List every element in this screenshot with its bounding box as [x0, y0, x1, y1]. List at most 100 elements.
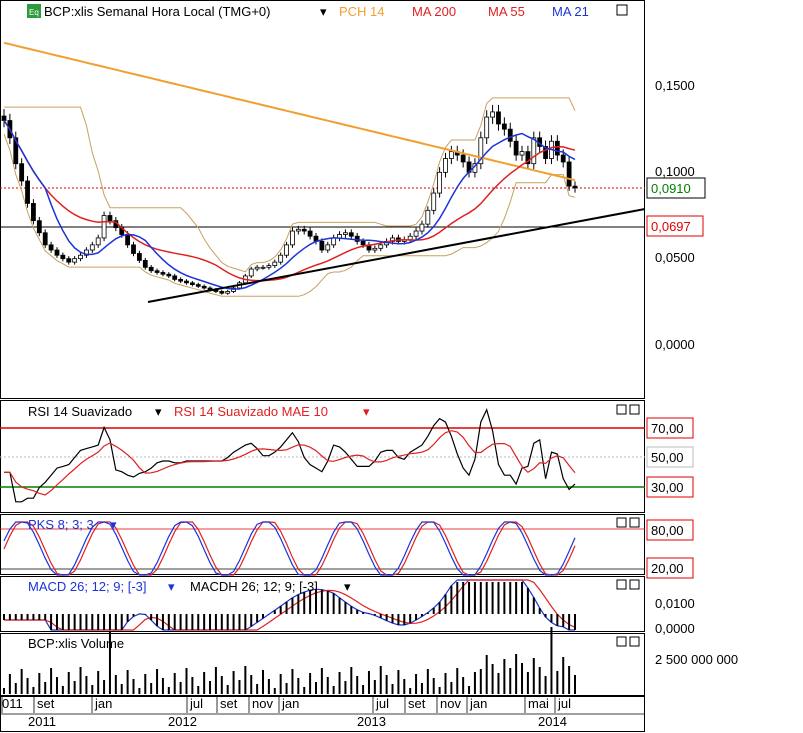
- chart-canvas: Eq BCP:xlis Semanal Hora Local (TMG+0) ▾…: [0, 0, 738, 732]
- price-panel: [0, 0, 645, 399]
- pch-lower-line: [3, 133, 576, 297]
- equity-icon-label: Eq: [29, 8, 39, 17]
- pks-restore-icon[interactable]: [616, 517, 627, 528]
- macd-dropdown-icon[interactable]: ▾: [168, 579, 175, 594]
- rsi-title[interactable]: RSI 14 Suavizado: [28, 404, 132, 419]
- candle-body: [125, 234, 131, 246]
- rsi-line: [4, 407, 576, 503]
- pks-close-icon[interactable]: [629, 517, 640, 528]
- month-label: set: [220, 696, 238, 711]
- volume-title[interactable]: BCP:xlis Volume: [28, 636, 124, 651]
- macd-tick: 0,0100: [655, 596, 695, 611]
- indicator-ma55-label[interactable]: MA 55: [488, 4, 525, 19]
- candle-body: [484, 116, 490, 139]
- candle-body: [78, 254, 83, 260]
- candle-body: [343, 232, 348, 235]
- candle-body: [301, 228, 307, 232]
- macdh-dropdown-icon[interactable]: ▾: [344, 579, 351, 594]
- candle-body: [413, 230, 419, 237]
- candle-body: [496, 111, 501, 125]
- candle-body: [42, 232, 48, 246]
- candle-body: [443, 158, 448, 173]
- macd-tick: 0,0000: [655, 621, 695, 636]
- candle-body: [260, 266, 266, 269]
- candle-body: [219, 291, 225, 294]
- year-label: 2014: [538, 714, 567, 729]
- price-tick: 0,1000: [655, 164, 695, 179]
- month-label: jan: [94, 696, 112, 711]
- rsi-close-icon[interactable]: [629, 404, 640, 415]
- indicator-ma21-label[interactable]: MA 21: [552, 4, 589, 19]
- volume-close-icon[interactable]: [629, 636, 640, 647]
- candle-body: [184, 280, 189, 284]
- volume-restore-icon[interactable]: [616, 636, 627, 647]
- month-label: set: [408, 696, 426, 711]
- candle-body: [154, 270, 160, 273]
- candle-body: [131, 244, 136, 254]
- time-labels: 011 set jan jul set nov jan jul set nov jan mai jul2…: [0, 696, 645, 729]
- candle-body: [178, 278, 183, 282]
- candle-body: [160, 272, 166, 275]
- indicator-ma200-label[interactable]: MA 200: [412, 4, 456, 19]
- macd-title[interactable]: MACD 26; 12; 9; [-3]: [28, 579, 147, 594]
- trendline[interactable]: [147, 208, 646, 303]
- candle-body: [331, 237, 337, 246]
- month-label: mai: [528, 696, 549, 711]
- candle-body: [572, 185, 578, 189]
- candle-body: [172, 275, 178, 280]
- candle-body: [48, 244, 54, 251]
- candle-body: [248, 268, 254, 277]
- price-series: [1, 41, 578, 297]
- indicator-pch-label[interactable]: PCH 14: [339, 4, 385, 19]
- candle-body: [319, 240, 325, 251]
- rsi-level-70: 70,00: [651, 421, 684, 436]
- price-tick: 0,0500: [655, 250, 695, 265]
- candle-body: [431, 192, 437, 211]
- rsi-mae-dropdown-icon[interactable]: ▾: [363, 404, 370, 419]
- candle-body: [31, 203, 36, 222]
- volume-tick: 2 500 000 000: [655, 652, 738, 667]
- candle-body: [490, 111, 495, 118]
- candle-body: [19, 163, 25, 182]
- maximize-icon[interactable]: [616, 4, 628, 16]
- pch-upper-line: [4, 97, 576, 273]
- month-label: nov: [440, 696, 461, 711]
- candle-body: [54, 249, 60, 256]
- candle-body: [1, 115, 7, 121]
- month-label: jul: [375, 696, 389, 711]
- ma55-line: [3, 120, 576, 282]
- candle-body: [566, 161, 572, 187]
- candle-body: [136, 253, 142, 261]
- macd-restore-icon[interactable]: [616, 579, 627, 590]
- candle-body: [425, 209, 431, 225]
- candle-body: [148, 266, 154, 272]
- month-label: jul: [557, 696, 571, 711]
- candle-body: [25, 180, 30, 204]
- candle-body: [284, 244, 289, 256]
- candle-body: [201, 285, 207, 289]
- title-dropdown-icon[interactable]: ▾: [320, 4, 327, 19]
- candle-body: [460, 154, 466, 163]
- candle-body: [107, 215, 113, 222]
- candle-body: [360, 240, 366, 246]
- macd-close-icon[interactable]: [629, 579, 640, 590]
- candle-body: [66, 258, 72, 263]
- pks-title[interactable]: PKS 8; 3; 3: [28, 517, 94, 532]
- pks-level-80: 80,00: [651, 523, 684, 538]
- year-label: 2012: [168, 714, 197, 729]
- rsi-dropdown-icon[interactable]: ▾: [155, 404, 162, 419]
- rsi-restore-icon[interactable]: [616, 404, 627, 415]
- price-tick: 0,0000: [655, 337, 695, 352]
- rsi-mae-line: [4, 430, 576, 496]
- pks-dropdown-icon[interactable]: ▾: [110, 517, 117, 532]
- last-price-value: 0,0910: [651, 181, 691, 196]
- rsi-mae-title[interactable]: RSI 14 Suavizado MAE 10: [174, 404, 328, 419]
- candle-body: [266, 265, 272, 268]
- candle-body: [325, 244, 331, 251]
- macdh-title[interactable]: MACDH 26; 12; 9; [-3]: [190, 579, 318, 594]
- candle-body: [295, 228, 301, 232]
- candle-body: [60, 254, 66, 260]
- support-price-value: 0,0697: [651, 219, 691, 234]
- year-label: 2013: [357, 714, 386, 729]
- candle-body: [448, 151, 454, 159]
